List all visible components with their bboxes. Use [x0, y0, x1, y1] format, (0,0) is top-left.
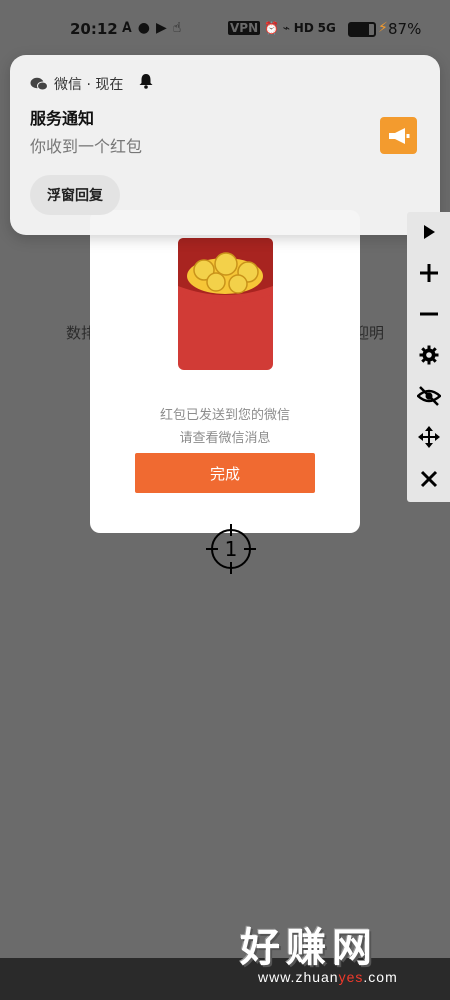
battery-icon [348, 22, 376, 37]
zoom-out-button[interactable] [407, 294, 450, 334]
video-icon: ▶ [155, 20, 173, 36]
move-button[interactable] [407, 417, 450, 457]
notification-app-row: 微信 · 现在 [30, 74, 123, 94]
watermark: 好赚网 www.zhuanyes.com [240, 915, 440, 995]
touch-icon: ☝ [172, 20, 188, 36]
hd-badge: HD [293, 21, 314, 35]
watermark-url: www.zhuanyes.com [258, 969, 398, 985]
float-reply-button[interactable]: 浮窗回复 [30, 175, 120, 215]
floating-toolbar [407, 212, 450, 502]
notification-body: 你收到一个红包 [30, 137, 143, 156]
eye-off-icon [416, 386, 441, 406]
minus-icon [419, 312, 438, 316]
wifi-icon: ⌁ [282, 21, 290, 35]
charging-icon: ⚡ [378, 20, 388, 36]
status-left-icons: 𝐀●▶☝ [122, 20, 187, 36]
wechat-icon: ● [137, 20, 156, 36]
zoom-in-button[interactable] [407, 253, 450, 293]
status-time: 20:12 [70, 20, 118, 38]
notification-banner[interactable]: 微信 · 现在 服务通知 你收到一个红包 浮窗回复 [10, 55, 440, 235]
play-icon [423, 225, 435, 239]
crosshair-marker[interactable]: 1 [206, 524, 256, 574]
play-button[interactable] [407, 212, 450, 252]
dialog-message-line2: 请查看微信消息 [179, 431, 271, 446]
move-icon [417, 426, 440, 448]
watermark-text: 好赚网 [240, 925, 378, 971]
close-icon [420, 470, 437, 488]
red-packet-dialog: 红包已发送到您的微信 请查看微信消息 完成 [90, 210, 360, 533]
battery-percent: 87% [388, 20, 422, 38]
bell-icon [139, 74, 153, 89]
watermark-url-prefix: www.zhuan [258, 969, 339, 985]
done-button[interactable]: 完成 [135, 453, 315, 493]
settings-button[interactable] [407, 335, 450, 375]
alarm-icon: ⏰ [263, 21, 279, 35]
watermark-url-suffix: .com [363, 969, 398, 985]
plus-icon [419, 264, 438, 282]
close-button[interactable] [407, 459, 450, 499]
vpn-badge: VPN [228, 21, 261, 35]
megaphone-icon[interactable] [380, 117, 417, 154]
dialog-message-line1: 红包已发送到您的微信 [159, 408, 290, 423]
status-right-icons: VPN ⏰ ⌁ HD 5G [228, 21, 336, 35]
notification-title: 服务通知 [30, 109, 95, 128]
hide-button[interactable] [407, 376, 450, 416]
status-bar: 20:12 𝐀●▶☝ VPN ⏰ ⌁ HD 5G ⚡ 87% [0, 0, 450, 60]
wechat-icon [30, 77, 48, 91]
signal-label: 5G [317, 21, 336, 35]
a-icon: 𝐀 [122, 20, 138, 36]
notification-app-name: 微信 · 现在 [54, 77, 124, 93]
watermark-url-highlight: yes [338, 969, 364, 985]
gear-icon [419, 345, 438, 365]
marker-number: 1 [225, 537, 238, 561]
red-envelope-icon [178, 238, 273, 370]
